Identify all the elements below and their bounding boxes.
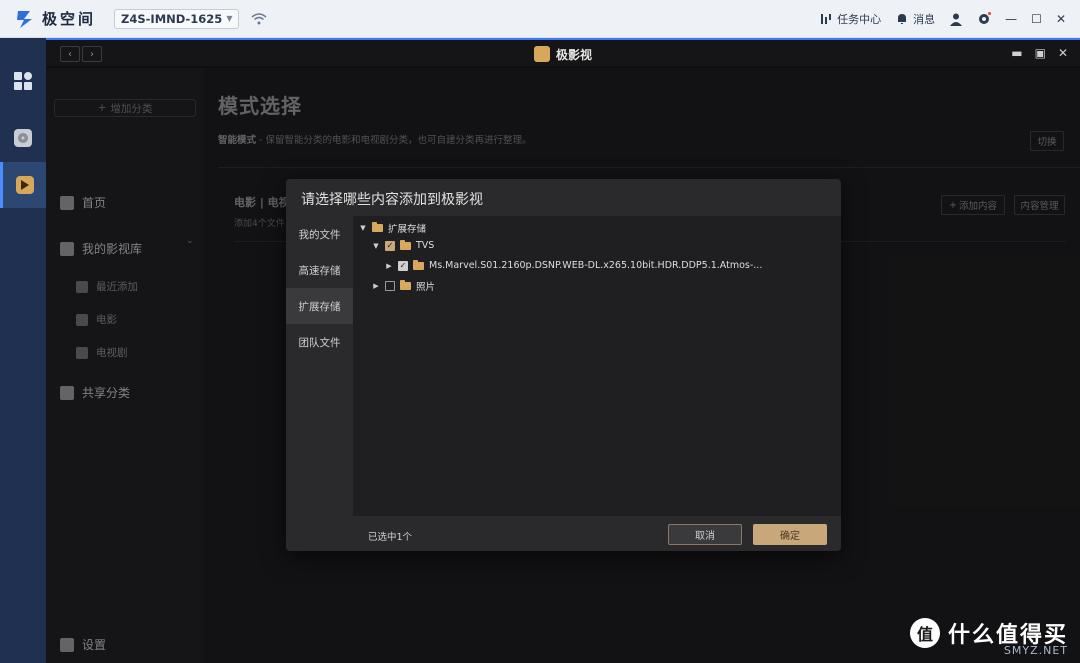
folder-tree: ▼ 扩展存储 ▼ ✓ TVS ▶ ✓ Ms.Marvel.S01.2160p.D…	[353, 216, 841, 516]
cancel-button[interactable]: 取消	[668, 524, 742, 545]
window-minimize-icon[interactable]: ▬	[1011, 46, 1022, 60]
window-close-icon[interactable]: ✕	[1058, 46, 1068, 60]
folder-icon	[372, 222, 383, 232]
wifi-icon	[251, 12, 267, 24]
caret-down-icon[interactable]: ▼	[372, 242, 380, 250]
app-dock	[0, 38, 46, 663]
caret-right-icon[interactable]: ▶	[385, 262, 393, 270]
tree-node-photos[interactable]: ▶ 照片	[372, 279, 435, 293]
watermark-sub: SMYZ.NET	[1003, 644, 1068, 657]
folder-icon	[400, 239, 411, 250]
checkbox-unchecked[interactable]	[385, 281, 395, 291]
dock-video-app[interactable]	[0, 162, 46, 208]
tab-fast-storage[interactable]: 高速存储	[286, 252, 353, 288]
task-icon	[821, 14, 832, 24]
window-titlebar: ‹ › 极影视 ▬ ▣ ✕	[46, 40, 1080, 68]
dialog-title: 请选择哪些内容添加到极影视	[301, 192, 483, 208]
folder-icon	[413, 259, 424, 270]
messages-button[interactable]: 消息	[895, 11, 935, 27]
messages-label: 消息	[913, 13, 936, 26]
confirm-button[interactable]: 确定	[753, 524, 827, 545]
forward-button[interactable]: ›	[82, 46, 102, 62]
os-taskbar: 极空间 Z4S-IMND-1625 ▼ 任务中心 消息 — ☐ ✕	[0, 0, 1080, 38]
source-tabs: 我的文件 高速存储 扩展存储 团队文件	[286, 216, 353, 551]
caret-down-icon[interactable]: ▼	[359, 224, 367, 232]
tab-my-files[interactable]: 我的文件	[286, 216, 353, 252]
tab-extended-storage[interactable]: 扩展存储	[286, 288, 353, 324]
tree-marvel-label: Ms.Marvel.S01.2160p.DSNP.WEB-DL.x265.10b…	[429, 260, 763, 271]
window-maximize-icon[interactable]: ▣	[1035, 46, 1046, 60]
chevron-down-icon: ▼	[226, 14, 233, 23]
device-name: Z4S-IMND-1625	[121, 11, 223, 26]
tree-root-label: 扩展存储	[388, 224, 427, 235]
dialog-footer: 已选中1个 取消 确定	[353, 516, 841, 551]
back-button[interactable]: ‹	[60, 46, 80, 62]
disk-icon	[14, 129, 32, 147]
selected-count: 已选中1个	[368, 532, 413, 543]
window-title: 极影视	[555, 47, 592, 62]
gear-icon[interactable]	[977, 12, 992, 26]
device-selector[interactable]: Z4S-IMND-1625 ▼	[114, 8, 240, 29]
tab-team-files[interactable]: 团队文件	[286, 324, 353, 360]
tree-tvs-label: TVS	[416, 240, 435, 251]
tree-node-tvs[interactable]: ▼ ✓ TVS	[372, 239, 435, 251]
tree-node-marvel[interactable]: ▶ ✓ Ms.Marvel.S01.2160p.DSNP.WEB-DL.x265…	[385, 259, 763, 271]
dock-disk-app[interactable]	[0, 115, 46, 161]
os-brand: 极空间	[42, 10, 97, 28]
video-app-icon	[15, 176, 34, 194]
tree-node-root[interactable]: ▼ 扩展存储	[359, 221, 426, 235]
checkbox-checked[interactable]: ✓	[398, 260, 408, 271]
app-logo-icon	[533, 46, 550, 62]
folder-icon	[400, 280, 411, 290]
task-center-label: 任务中心	[837, 13, 882, 26]
dock-apps-grid[interactable]	[0, 58, 46, 104]
checkbox-partial[interactable]: ✓	[385, 240, 395, 251]
tree-photos-label: 照片	[416, 282, 436, 293]
task-center-button[interactable]: 任务中心	[819, 11, 881, 27]
caret-right-icon[interactable]: ▶	[372, 282, 380, 290]
minimize-icon[interactable]: —	[1005, 12, 1017, 26]
user-icon[interactable]	[949, 12, 963, 26]
watermark-logo: 值	[909, 618, 940, 648]
bell-icon	[898, 14, 907, 24]
close-icon[interactable]: ✕	[1056, 12, 1066, 26]
grid-icon	[14, 72, 32, 90]
add-content-dialog: 请选择哪些内容添加到极影视 我的文件 高速存储 扩展存储 团队文件 ▼ 扩展存储…	[286, 179, 841, 551]
maximize-icon[interactable]: ☐	[1031, 12, 1042, 26]
zspace-logo-icon	[17, 10, 32, 28]
